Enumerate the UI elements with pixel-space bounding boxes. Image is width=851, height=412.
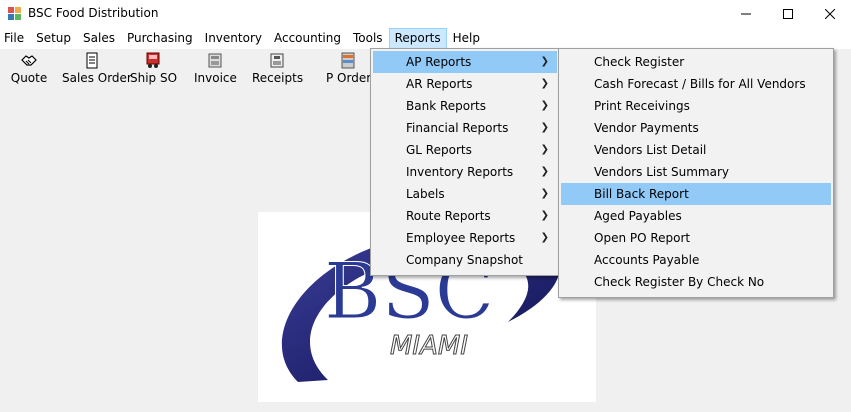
chevron-right-icon: ❯ — [540, 232, 549, 243]
app-icon — [8, 7, 21, 20]
receipts-button[interactable]: Receipts — [252, 52, 304, 85]
menu-item-label: Financial Reports — [406, 121, 509, 135]
quote-button[interactable]: Quote — [10, 52, 48, 85]
reports-menu: AP Reports ❯ AR Reports ❯ Bank Reports ❯… — [370, 48, 560, 276]
ship-so-label: Ship SO — [130, 71, 178, 85]
menu-help[interactable]: Help — [447, 28, 486, 49]
chevron-right-icon: ❯ — [540, 56, 549, 67]
menu-item-ap-reports[interactable]: AP Reports ❯ — [373, 51, 557, 73]
menu-item-aged-payables[interactable]: Aged Payables — [561, 205, 831, 227]
chevron-right-icon: ❯ — [540, 144, 549, 155]
menu-item-ar-reports[interactable]: AR Reports ❯ — [373, 73, 557, 95]
logo-subtext: MIAMI — [390, 331, 468, 361]
chevron-right-icon: ❯ — [540, 122, 549, 133]
window-title: BSC Food Distribution — [28, 6, 159, 20]
invoice-label: Invoice — [194, 71, 237, 85]
minimize-button[interactable] — [725, 0, 767, 28]
menu-item-label: Accounts Payable — [594, 253, 700, 267]
ap-reports-submenu: Check Register Cash Forecast / Bills for… — [558, 48, 834, 298]
menu-item-label: Employee Reports — [406, 231, 516, 245]
menu-item-bank-reports[interactable]: Bank Reports ❯ — [373, 95, 557, 117]
menu-item-label: Cash Forecast / Bills for All Vendors — [594, 77, 806, 91]
maximize-icon — [783, 9, 793, 19]
menu-item-label: Vendors List Detail — [594, 143, 707, 157]
menu-item-labels[interactable]: Labels ❯ — [373, 183, 557, 205]
menu-item-label: Aged Payables — [594, 209, 682, 223]
truck-icon — [146, 52, 160, 68]
menu-item-label: AR Reports — [406, 77, 473, 91]
sales-order-button[interactable]: Sales Order — [62, 52, 132, 85]
handshake-icon — [21, 55, 37, 66]
menu-item-route-reports[interactable]: Route Reports ❯ — [373, 205, 557, 227]
title-bar: BSC Food Distribution — [0, 0, 851, 28]
menu-item-vendor-payments[interactable]: Vendor Payments — [561, 117, 831, 139]
menu-item-vendors-list-summary[interactable]: Vendors List Summary — [561, 161, 831, 183]
menu-item-label: GL Reports — [406, 143, 472, 157]
purchase-order-icon — [341, 52, 355, 69]
menu-item-inventory-reports[interactable]: Inventory Reports ❯ — [373, 161, 557, 183]
menu-item-label: Labels — [406, 187, 445, 201]
menu-item-label: Vendors List Summary — [594, 165, 730, 179]
menu-item-label: Inventory Reports — [406, 165, 514, 179]
menu-purchasing[interactable]: Purchasing — [121, 28, 199, 49]
invoice-button[interactable]: Invoice — [194, 52, 237, 85]
menu-item-label: Company Snapshot — [406, 253, 523, 267]
menu-item-label: Open PO Report — [594, 231, 691, 245]
sales-order-label: Sales Order — [62, 71, 132, 85]
p-order-button[interactable]: P Order — [326, 52, 372, 85]
chevron-right-icon: ❯ — [540, 210, 549, 221]
menu-item-label: Route Reports — [406, 209, 491, 223]
chevron-right-icon: ❯ — [540, 166, 549, 177]
chevron-right-icon: ❯ — [540, 100, 549, 111]
chevron-right-icon: ❯ — [540, 188, 549, 199]
menu-bar: File Setup Sales Purchasing Inventory Ac… — [0, 28, 851, 49]
menu-item-label: Vendor Payments — [594, 121, 699, 135]
menu-item-label: Bank Reports — [406, 99, 486, 113]
maximize-button[interactable] — [767, 0, 809, 28]
menu-item-label: Print Receivings — [594, 99, 690, 113]
menu-item-cash-forecast[interactable]: Cash Forecast / Bills for All Vendors — [561, 73, 831, 95]
menu-item-company-snapshot[interactable]: Company Snapshot — [373, 249, 557, 271]
minimize-icon — [741, 13, 751, 15]
menu-item-check-register[interactable]: Check Register — [561, 51, 831, 73]
chevron-right-icon: ❯ — [540, 78, 549, 89]
menu-item-financial-reports[interactable]: Financial Reports ❯ — [373, 117, 557, 139]
menu-item-label: AP Reports — [406, 55, 472, 69]
menu-accounting[interactable]: Accounting — [268, 28, 347, 49]
p-order-label: P Order — [326, 71, 372, 85]
menu-item-open-po-report[interactable]: Open PO Report — [561, 227, 831, 249]
menu-item-vendors-list-detail[interactable]: Vendors List Detail — [561, 139, 831, 161]
menu-setup[interactable]: Setup — [30, 28, 77, 49]
quote-label: Quote — [10, 71, 48, 85]
menu-tools[interactable]: Tools — [347, 28, 389, 49]
menu-file[interactable]: File — [0, 28, 30, 49]
invoice-icon — [208, 53, 222, 68]
menu-item-bill-back-report[interactable]: Bill Back Report — [561, 183, 831, 205]
menu-reports[interactable]: Reports — [388, 28, 447, 49]
sales-order-icon — [86, 52, 98, 69]
menu-item-label: Check Register By Check No — [594, 275, 765, 289]
menu-item-accounts-payable[interactable]: Accounts Payable — [561, 249, 831, 271]
menu-item-label: Check Register — [594, 55, 685, 69]
menu-sales[interactable]: Sales — [77, 28, 121, 49]
menu-item-employee-reports[interactable]: Employee Reports ❯ — [373, 227, 557, 249]
close-button[interactable] — [809, 0, 851, 28]
receipts-label: Receipts — [252, 71, 304, 85]
ship-so-button[interactable]: Ship SO — [130, 52, 178, 85]
menu-item-print-receivings[interactable]: Print Receivings — [561, 95, 831, 117]
menu-item-gl-reports[interactable]: GL Reports ❯ — [373, 139, 557, 161]
menu-inventory[interactable]: Inventory — [199, 28, 268, 49]
menu-item-check-register-by-check-no[interactable]: Check Register By Check No — [561, 271, 831, 293]
close-icon — [825, 9, 835, 19]
menu-item-label: Bill Back Report — [594, 187, 689, 201]
receipts-icon — [270, 53, 284, 68]
